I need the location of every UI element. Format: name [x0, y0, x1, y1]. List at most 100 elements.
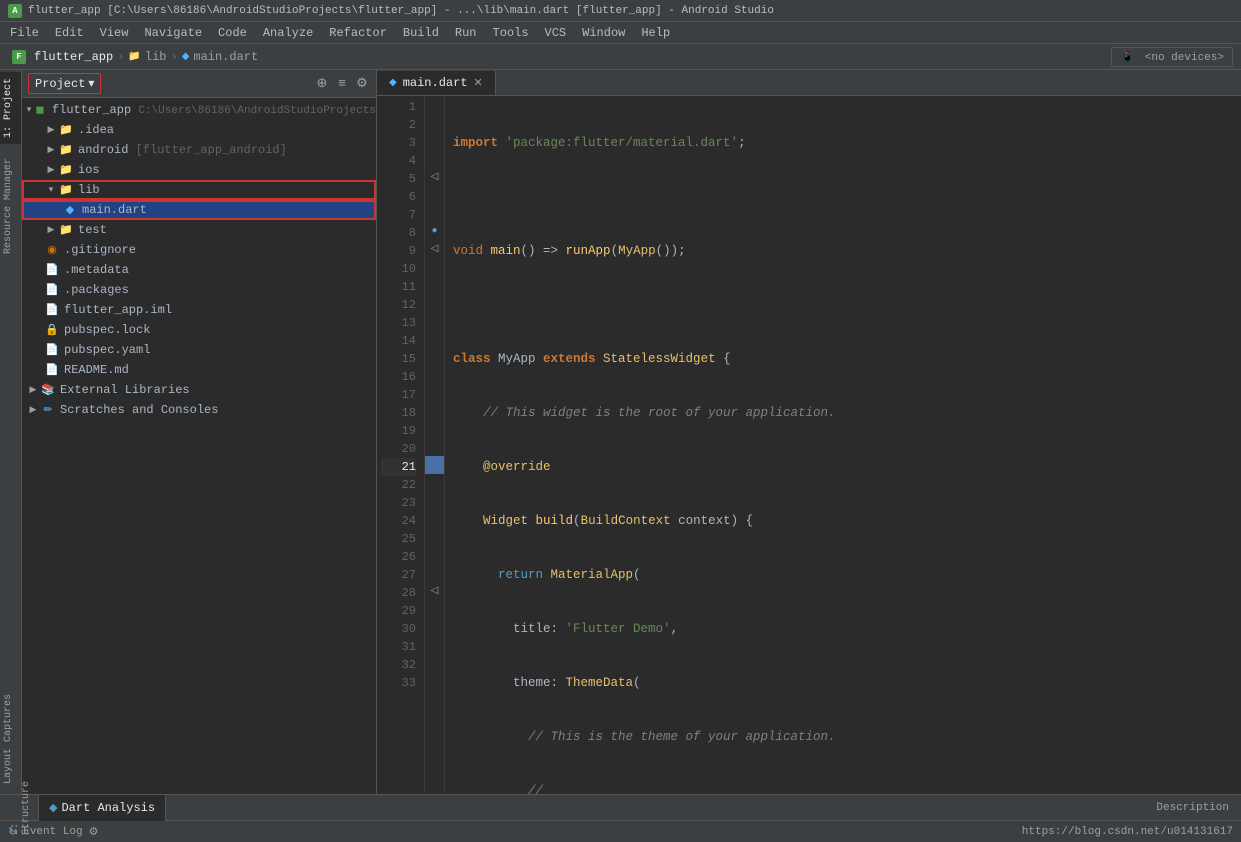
folder-icon: 📁	[58, 222, 74, 238]
tab-main-dart[interactable]: ◆ main.dart ✕	[377, 71, 496, 95]
window-title: flutter_app [C:\Users\86186\AndroidStudi…	[28, 5, 774, 17]
menu-help[interactable]: Help	[635, 24, 676, 42]
status-bar-right: Description	[1148, 802, 1237, 814]
file-icon: 📄	[44, 282, 60, 298]
menu-code[interactable]: Code	[212, 24, 253, 42]
line-num-22: 22	[381, 476, 416, 494]
dart-file-icon: ◆	[62, 202, 78, 218]
line-num-16: 16	[381, 368, 416, 386]
tree-label: .gitignore	[64, 243, 136, 257]
tree-item-android[interactable]: ▶ 📁 android [flutter_app_android]	[22, 140, 376, 160]
menu-view[interactable]: View	[94, 24, 135, 42]
tree-item-ios[interactable]: ▶ 📁 ios	[22, 160, 376, 180]
line-num-8: 8	[381, 224, 416, 242]
menu-edit[interactable]: Edit	[49, 24, 90, 42]
gutter-5[interactable]: ◁	[425, 168, 444, 186]
project-tree[interactable]: ▾ ◼ flutter_app C:\Users\86186\AndroidSt…	[22, 98, 376, 794]
tree-label: lib	[78, 183, 100, 197]
menu-build[interactable]: Build	[397, 24, 445, 42]
tree-label: .metadata	[64, 263, 129, 277]
line-num-10: 10	[381, 260, 416, 278]
menu-analyze[interactable]: Analyze	[257, 24, 319, 42]
status-settings-icon[interactable]: ⚙	[89, 825, 99, 839]
nav-lib[interactable]: lib	[145, 50, 167, 64]
bottom-tool-bar: 2: Structure ◆ Dart Analysis Description	[0, 794, 1241, 820]
tab-layout-captures[interactable]: Layout Captures	[0, 688, 21, 790]
dropdown-arrow: ▾	[88, 76, 94, 91]
tree-item-lib[interactable]: ▾ 📁 lib	[22, 180, 376, 200]
folder-icon: 📁	[58, 162, 74, 178]
tab-resource-manager[interactable]: Resource Manager	[0, 152, 21, 260]
tree-item-iml[interactable]: 📄 flutter_app.iml	[22, 300, 376, 320]
code-line-6: // This widget is the root of your appli…	[453, 404, 1233, 422]
tree-label: External Libraries	[60, 383, 190, 397]
gutter-25	[425, 528, 444, 546]
tree-item-pubspec-yaml[interactable]: 📄 pubspec.yaml	[22, 340, 376, 360]
line-num-31: 31	[381, 638, 416, 656]
line-num-26: 26	[381, 548, 416, 566]
tree-item-pubspec-lock[interactable]: 🔒 pubspec.lock	[22, 320, 376, 340]
nav-flutter-app[interactable]: flutter_app	[34, 50, 113, 64]
menu-run[interactable]: Run	[449, 24, 483, 42]
code-editor[interactable]: import 'package:flutter/material.dart'; …	[445, 96, 1241, 794]
status-bar: ↻ Event Log ⚙ https://blog.csdn.net/u014…	[0, 820, 1241, 842]
gutter-15	[425, 348, 444, 366]
menu-tools[interactable]: Tools	[487, 24, 535, 42]
project-dropdown[interactable]: Project ▾	[28, 73, 101, 94]
code-line-1: import 'package:flutter/material.dart';	[453, 134, 1233, 152]
gutter-10	[425, 258, 444, 276]
tab-project[interactable]: 1: Project	[0, 72, 21, 144]
line-num-27: 27	[381, 566, 416, 584]
menu-file[interactable]: File	[4, 24, 45, 42]
gutter-1	[425, 96, 444, 114]
menu-navigate[interactable]: Navigate	[138, 24, 208, 42]
tab-close-button[interactable]: ✕	[474, 76, 483, 90]
line-numbers: 1 2 3 4 5 6 7 8 9 10 11 12 13 14 15 16 1…	[377, 96, 425, 794]
line-num-11: 11	[381, 278, 416, 296]
line-num-3: 3	[381, 134, 416, 152]
status-right: https://blog.csdn.net/u014131617	[1022, 826, 1233, 838]
menu-vcs[interactable]: VCS	[539, 24, 573, 42]
tree-item-idea[interactable]: ▶ 📁 .idea	[22, 120, 376, 140]
tree-item-main-dart[interactable]: ◆ main.dart	[22, 200, 376, 220]
tree-item-external-libs[interactable]: ▶ 📚 External Libraries	[22, 380, 376, 400]
tree-item-readme[interactable]: 📄 README.md	[22, 360, 376, 380]
gutter-13	[425, 312, 444, 330]
nav-main-dart[interactable]: main.dart	[193, 50, 258, 64]
line-num-12: 12	[381, 296, 416, 314]
gutter-6	[425, 186, 444, 204]
gutter-27	[425, 564, 444, 582]
gutter-8[interactable]: ●	[425, 222, 444, 240]
tree-label: flutter_app.iml	[64, 303, 172, 317]
code-line-9: return MaterialApp(	[453, 566, 1233, 584]
expand-arrow: ▶	[26, 405, 40, 415]
md-icon: 📄	[44, 362, 60, 378]
code-line-10: title: 'Flutter Demo',	[453, 620, 1233, 638]
dart-tab-icon: ◆	[389, 77, 397, 89]
editor-content[interactable]: 1 2 3 4 5 6 7 8 9 10 11 12 13 14 15 16 1…	[377, 96, 1241, 794]
tree-item-scratches[interactable]: ▶ ✏ Scratches and Consoles	[22, 400, 376, 420]
line-num-32: 32	[381, 656, 416, 674]
scratches-icon: ✏	[40, 402, 56, 418]
collapse-icon[interactable]: ≡	[334, 76, 350, 92]
expand-arrow: ▶	[26, 385, 40, 395]
tree-item-flutter-app-root[interactable]: ▾ ◼ flutter_app C:\Users\86186\AndroidSt…	[22, 100, 376, 120]
no-devices-button[interactable]: 📱 <no devices>	[1111, 47, 1233, 67]
tree-item-metadata[interactable]: 📄 .metadata	[22, 260, 376, 280]
menu-refactor[interactable]: Refactor	[323, 24, 393, 42]
gutter-9[interactable]: ◁	[425, 240, 444, 258]
line-num-7: 7	[381, 206, 416, 224]
folder-icon: 📁	[58, 182, 74, 198]
line-num-24: 24	[381, 512, 416, 530]
gutter-20	[425, 438, 444, 456]
gutter-28[interactable]: ◁	[425, 582, 444, 600]
tree-item-packages[interactable]: 📄 .packages	[22, 280, 376, 300]
tree-item-test[interactable]: ▶ 📁 test	[22, 220, 376, 240]
tab-dart-analysis[interactable]: ◆ Dart Analysis	[39, 795, 166, 821]
tree-label: .packages	[64, 283, 129, 297]
menu-window[interactable]: Window	[576, 24, 631, 42]
locate-file-icon[interactable]: ⊕	[314, 76, 330, 92]
settings-icon[interactable]: ⚙	[354, 76, 370, 92]
flutter-icon: F	[12, 50, 26, 64]
tree-item-gitignore[interactable]: ◉ .gitignore	[22, 240, 376, 260]
